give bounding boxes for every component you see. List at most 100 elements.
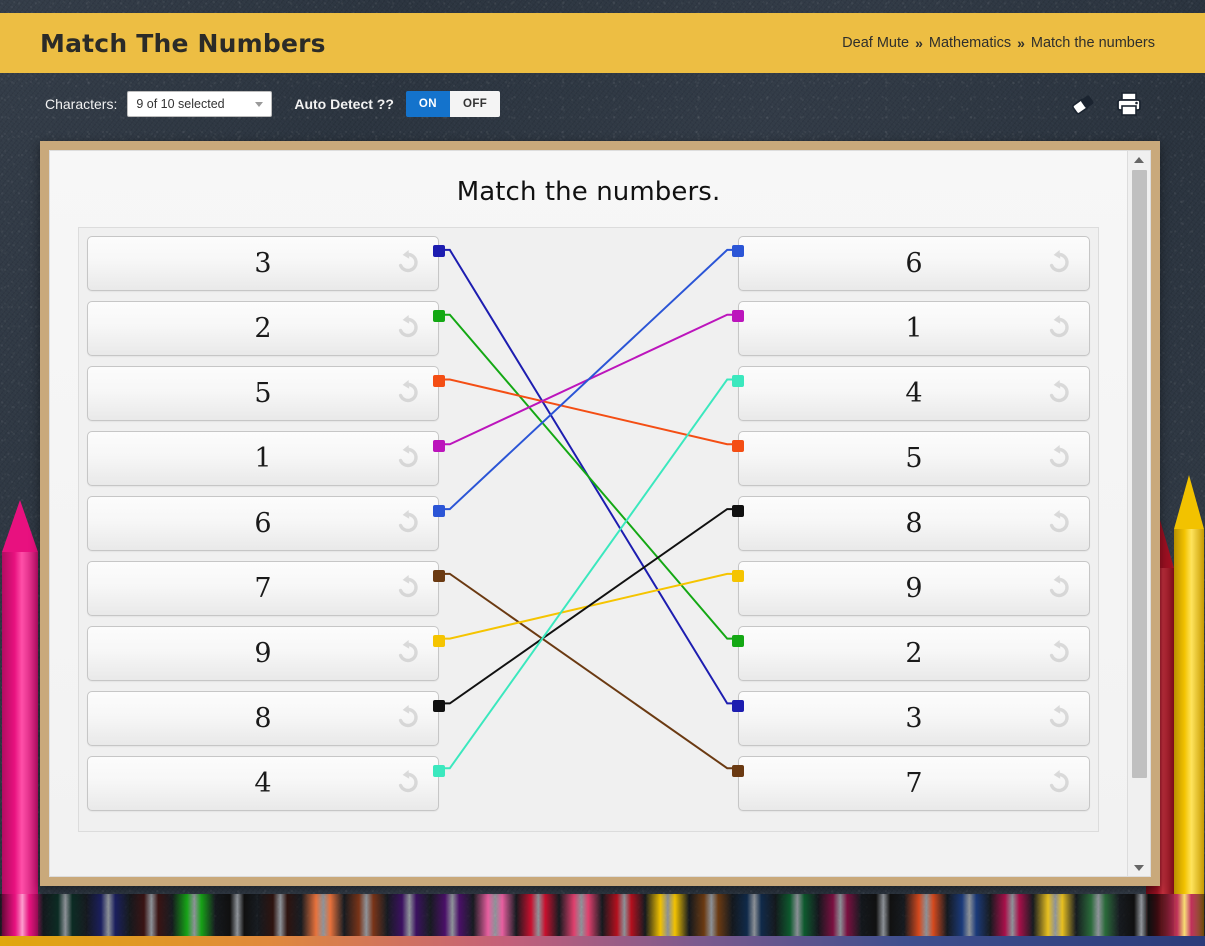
undo-icon[interactable]: [1045, 313, 1073, 344]
connector-node[interactable]: [732, 245, 744, 257]
number-card-value: 5: [905, 443, 923, 474]
connector-node[interactable]: [433, 765, 445, 777]
undo-icon[interactable]: [394, 508, 422, 539]
connector-node[interactable]: [433, 310, 445, 322]
scroll-up-arrow-icon[interactable]: [1127, 151, 1150, 168]
auto-detect-on-button[interactable]: ON: [405, 91, 450, 117]
characters-select[interactable]: 9 of 10 selected: [127, 91, 273, 117]
pencil-decor-item: [731, 894, 775, 936]
number-card[interactable]: 3: [87, 236, 445, 291]
number-card[interactable]: 3: [732, 691, 1090, 746]
number-card[interactable]: 6: [732, 236, 1090, 291]
scrollbar-thumb[interactable]: [1131, 170, 1147, 779]
vertical-scrollbar[interactable]: [1127, 151, 1150, 876]
number-card-value: 1: [905, 313, 923, 344]
connector-node[interactable]: [732, 440, 744, 452]
pencil-decor-item: [559, 894, 603, 936]
number-card[interactable]: 4: [732, 366, 1090, 421]
connector-node[interactable]: [433, 245, 445, 257]
worksheet-title: Match the numbers.: [456, 177, 721, 207]
eraser-icon[interactable]: [1069, 92, 1099, 116]
number-card[interactable]: 9: [87, 626, 445, 681]
connector-node[interactable]: [732, 310, 744, 322]
connector-node[interactable]: [732, 570, 744, 582]
connector-node[interactable]: [732, 375, 744, 387]
undo-icon[interactable]: [1045, 248, 1073, 279]
breadcrumb-item-mathematics[interactable]: Mathematics: [929, 35, 1011, 51]
number-card[interactable]: 7: [732, 756, 1090, 811]
number-card[interactable]: 6: [87, 496, 445, 551]
undo-icon[interactable]: [394, 443, 422, 474]
undo-icon[interactable]: [1045, 573, 1073, 604]
pencil-decor-item: [172, 894, 216, 936]
breadcrumb-item-deaf-mute[interactable]: Deaf Mute: [842, 35, 909, 51]
undo-icon[interactable]: [394, 638, 422, 669]
pencil-decor-item: [903, 894, 947, 936]
toolbar-actions: [1069, 91, 1183, 117]
connector-node[interactable]: [732, 765, 744, 777]
pencil-decor-item: [1032, 894, 1076, 936]
right-number-column: 6 1 4 5 8 9 2 3 7: [732, 236, 1090, 811]
number-card[interactable]: 8: [732, 496, 1090, 551]
undo-icon[interactable]: [1045, 508, 1073, 539]
number-card-value: 2: [905, 638, 923, 669]
auto-detect-label: Auto Detect ??: [294, 96, 394, 112]
pencil-decor-item: [688, 894, 732, 936]
auto-detect-off-button[interactable]: OFF: [449, 91, 501, 117]
undo-icon[interactable]: [394, 248, 422, 279]
scroll-down-arrow-icon[interactable]: [1127, 859, 1150, 876]
number-card-value: 4: [254, 768, 272, 799]
undo-icon[interactable]: [1045, 378, 1073, 409]
undo-icon[interactable]: [394, 378, 422, 409]
pencil-decor-item: [602, 894, 646, 936]
characters-label: Characters:: [45, 96, 118, 112]
connector-node[interactable]: [433, 635, 445, 647]
undo-icon[interactable]: [394, 703, 422, 734]
top-strip: [0, 0, 1205, 13]
number-card[interactable]: 5: [87, 366, 445, 421]
number-card-value: 6: [254, 508, 272, 539]
connector-node[interactable]: [433, 700, 445, 712]
scrollbar-track[interactable]: [1127, 168, 1150, 859]
undo-icon[interactable]: [394, 573, 422, 604]
number-card[interactable]: 9: [732, 561, 1090, 616]
number-card-value: 3: [254, 248, 272, 279]
undo-icon[interactable]: [1045, 443, 1073, 474]
connector-node[interactable]: [732, 700, 744, 712]
number-card-value: 7: [254, 573, 272, 604]
undo-icon[interactable]: [394, 313, 422, 344]
auto-detect-toggle[interactable]: ON OFF: [405, 91, 501, 117]
number-card[interactable]: 7: [87, 561, 445, 616]
connector-node[interactable]: [433, 440, 445, 452]
pencil-decor-item: [645, 894, 689, 936]
number-card-value: 1: [254, 443, 272, 474]
number-card[interactable]: 8: [87, 691, 445, 746]
undo-icon[interactable]: [1045, 768, 1073, 799]
undo-icon[interactable]: [1045, 638, 1073, 669]
number-card[interactable]: 2: [732, 626, 1090, 681]
pencil-decor-item: [387, 894, 431, 936]
number-card-value: 8: [905, 508, 923, 539]
connector-node[interactable]: [732, 505, 744, 517]
pencil-decor-item: [860, 894, 904, 936]
pencil-decor-item: [344, 894, 388, 936]
number-card[interactable]: 1: [87, 431, 445, 486]
pencil-decor-item: [946, 894, 990, 936]
number-card[interactable]: 1: [732, 301, 1090, 356]
number-card-value: 9: [905, 573, 923, 604]
number-card-value: 2: [254, 313, 272, 344]
number-card[interactable]: 2: [87, 301, 445, 356]
breadcrumb-item-current: Match the numbers: [1030, 35, 1155, 51]
pencil-decor-item: [129, 894, 173, 936]
connector-node[interactable]: [433, 505, 445, 517]
number-card[interactable]: 4: [87, 756, 445, 811]
undo-icon[interactable]: [1045, 703, 1073, 734]
connector-node[interactable]: [732, 635, 744, 647]
undo-icon[interactable]: [394, 768, 422, 799]
printer-icon[interactable]: [1115, 91, 1143, 117]
connector-node[interactable]: [433, 375, 445, 387]
pencil-decor-item: [774, 894, 818, 936]
number-card[interactable]: 5: [732, 431, 1090, 486]
pencil-decor-item: [1075, 894, 1119, 936]
connector-node[interactable]: [433, 570, 445, 582]
